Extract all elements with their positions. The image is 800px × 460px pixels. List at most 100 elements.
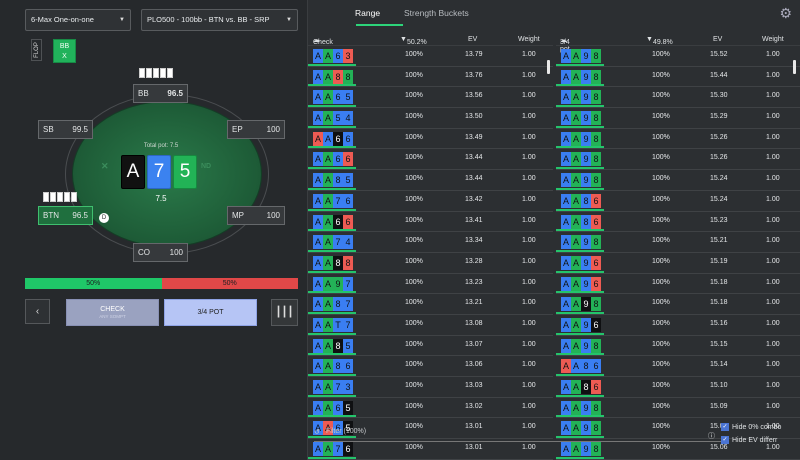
hand-card: 8 — [591, 173, 601, 188]
seat-sb[interactable]: SB 99.5 — [38, 120, 93, 139]
poker-table: ✕ ND Total pot: 7.5 A75 7.5 — [39, 84, 283, 268]
gear-icon[interactable]: ⚙ — [779, 5, 792, 22]
hand-row[interactable]: A A 9 8 100% 15.52 1.00 — [556, 46, 800, 67]
hand-row[interactable]: A A 8 6 100% 15.14 1.00 — [556, 356, 800, 377]
hand-row[interactable]: A A 8 5 100% 13.07 1.00 — [308, 336, 553, 357]
hand-card: A — [571, 297, 581, 312]
frequency-bar — [308, 291, 356, 294]
weight-cell: 1.00 — [522, 195, 536, 203]
frequency-bar — [556, 208, 604, 211]
frequency-cell: 100% — [652, 133, 670, 141]
check-freq-header[interactable]: ▼ 50.2% — [400, 36, 427, 46]
seat-ep[interactable]: EP 100 — [227, 120, 285, 139]
hand-row[interactable]: A A 7 4 100% 13.34 1.00 — [308, 232, 553, 253]
bet-column-title[interactable]: 3/4 pot ☁ — [560, 36, 570, 53]
hand-row[interactable]: A A 5 4 100% 13.50 1.00 — [308, 108, 553, 129]
hand-row[interactable]: A A 8 6 100% 15.24 1.00 — [556, 191, 800, 212]
scrollbar-thumb[interactable] — [547, 60, 550, 74]
check-column-title[interactable]: Check ☁ — [313, 36, 333, 46]
back-button[interactable]: ‹ — [25, 299, 50, 324]
hand-row[interactable]: A A 9 8 100% 15.21 1.00 — [556, 232, 800, 253]
hide-zero-checkbox[interactable]: ✓ Hide 0% combo — [721, 423, 781, 431]
bet-action-button[interactable]: 3/4 POT — [164, 299, 257, 326]
ev-header[interactable]: EV — [468, 36, 477, 43]
seat-co[interactable]: CO 100 — [133, 243, 188, 262]
bar-chart-icon[interactable]: ┃┃┃ — [271, 299, 298, 326]
hand-card: A — [313, 193, 323, 208]
scenario-select[interactable]: PLO500 - 100bb - BTN vs. BB - SRP ▼ — [141, 9, 298, 31]
hand-row[interactable]: A A 9 6 100% 15.19 1.00 — [556, 253, 800, 274]
frequency-cell: 100% — [405, 340, 423, 348]
hand-row[interactable]: A A 9 8 100% 15.26 1.00 — [556, 149, 800, 171]
bet-freq-header[interactable]: ▼ 49.8% — [646, 36, 673, 46]
hand-cards: AA96 — [561, 276, 601, 291]
hand-row[interactable]: A A 8 6 100% 15.23 1.00 — [556, 212, 800, 233]
tab-strength-buckets[interactable]: Strength Buckets — [404, 8, 469, 18]
hand-card: 9 — [333, 276, 343, 291]
hand-row[interactable]: A A 7 6 100% 13.01 1.00 — [308, 439, 553, 460]
street-tag[interactable]: FLOP — [31, 39, 42, 61]
hand-card: 5 — [343, 400, 353, 415]
hand-row[interactable]: A A 9 6 100% 15.16 1.00 — [556, 315, 800, 336]
check-label: CHECK — [100, 306, 125, 313]
hand-card: A — [313, 49, 323, 63]
reset-icon[interactable]: ↺ — [314, 428, 320, 436]
hand-row[interactable]: A A 6 6 100% 13.49 1.00 — [308, 129, 553, 150]
hand-row[interactable]: A A 9 6 100% 15.18 1.00 — [556, 274, 800, 295]
hand-card: A — [313, 297, 323, 312]
hand-card: A — [323, 235, 333, 250]
hand-row[interactable]: A A 6 6 100% 13.41 1.00 — [308, 212, 553, 233]
hand-row[interactable]: A A 8 6 100% 15.10 1.00 — [556, 377, 800, 398]
hand-row[interactable]: A A 9 8 100% 15.29 1.00 — [556, 108, 800, 129]
hand-card: A — [323, 442, 333, 457]
hand-row[interactable]: A A 8 8 100% 13.76 1.00 — [308, 67, 553, 88]
hand-row[interactable]: A A 7 6 100% 13.42 1.00 — [308, 191, 553, 212]
hand-row[interactable]: A A 9 8 100% 15.18 1.00 — [556, 294, 800, 315]
hide-ev-checkbox[interactable]: ✓ Hide EV differr — [721, 436, 777, 444]
frequency-bar — [308, 187, 356, 190]
hand-row[interactable]: A A 8 6 100% 13.06 1.00 — [308, 356, 553, 377]
hand-row[interactable]: A A 6 6 100% 13.44 1.00 — [308, 149, 553, 171]
hand-row[interactable]: A A 8 8 100% 13.28 1.00 — [308, 253, 553, 274]
hand-row[interactable]: A A 7 3 100% 13.03 1.00 — [308, 377, 553, 398]
ev-cell: 13.44 — [465, 175, 483, 183]
hand-row[interactable]: A A 6 5 100% 13.56 1.00 — [308, 87, 553, 109]
tab-range[interactable]: Range — [355, 8, 380, 18]
game-type-select[interactable]: 6-Max One-on-one ▼ — [25, 9, 131, 31]
hand-row[interactable]: A A 9 8 100% 15.30 1.00 — [556, 87, 800, 109]
hand-row[interactable]: A A 9 8 100% 15.24 1.00 — [556, 170, 800, 191]
ev-cell: 15.24 — [710, 175, 728, 183]
hand-row[interactable]: A A 6 3 100% 13.79 1.00 — [308, 46, 553, 67]
hand-card: 6 — [343, 193, 353, 208]
hand-card: A — [561, 111, 571, 126]
ev-header[interactable]: EV — [713, 36, 722, 43]
hand-row[interactable]: A A 9 8 100% 15.26 1.00 — [556, 129, 800, 150]
frequency-cell: 100% — [405, 402, 423, 410]
seat-mp[interactable]: MP 100 — [227, 206, 285, 225]
hand-row[interactable]: A A 9 8 100% 15.44 1.00 — [556, 67, 800, 88]
hand-row[interactable]: A A 6 5 100% 13.02 1.00 — [308, 398, 553, 419]
action-history-chip[interactable]: BB X — [53, 39, 76, 63]
weight-header[interactable]: Weight — [518, 36, 540, 43]
weight-header[interactable]: Weight — [762, 36, 784, 43]
frequency-bar — [556, 311, 604, 314]
hand-row[interactable]: A A 9 8 100% 15.09 1.00 — [556, 398, 800, 419]
hand-row[interactable]: A A 8 5 100% 13.44 1.00 — [308, 170, 553, 191]
hand-card: A — [561, 255, 571, 270]
weight-cell: 1.00 — [522, 402, 536, 410]
scrollbar-thumb[interactable] — [793, 60, 796, 74]
hand-row[interactable]: A A T 7 100% 13.08 1.00 — [308, 315, 553, 336]
hand-row[interactable]: A A 9 7 100% 13.23 1.00 — [308, 274, 553, 295]
check-action-button[interactable]: CHECK ANY SOMPT — [66, 299, 159, 326]
hand-row[interactable]: A A 9 8 100% 15.15 1.00 — [556, 336, 800, 357]
seat-btn[interactable]: BTN 96.5 — [38, 206, 93, 225]
hand-row[interactable]: A A 8 7 100% 13.21 1.00 — [308, 294, 553, 315]
weight-cell: 1.00 — [766, 154, 780, 162]
hand-card: A — [313, 255, 323, 270]
hand-card: 6 — [333, 152, 343, 167]
hand-card: 8 — [581, 380, 591, 394]
filter-input[interactable]: ↺ Filter (100%) — [314, 428, 724, 442]
weight-cell: 1.00 — [766, 319, 780, 327]
seat-bb[interactable]: BB 96.5 — [133, 84, 188, 103]
hand-card: A — [323, 380, 333, 394]
